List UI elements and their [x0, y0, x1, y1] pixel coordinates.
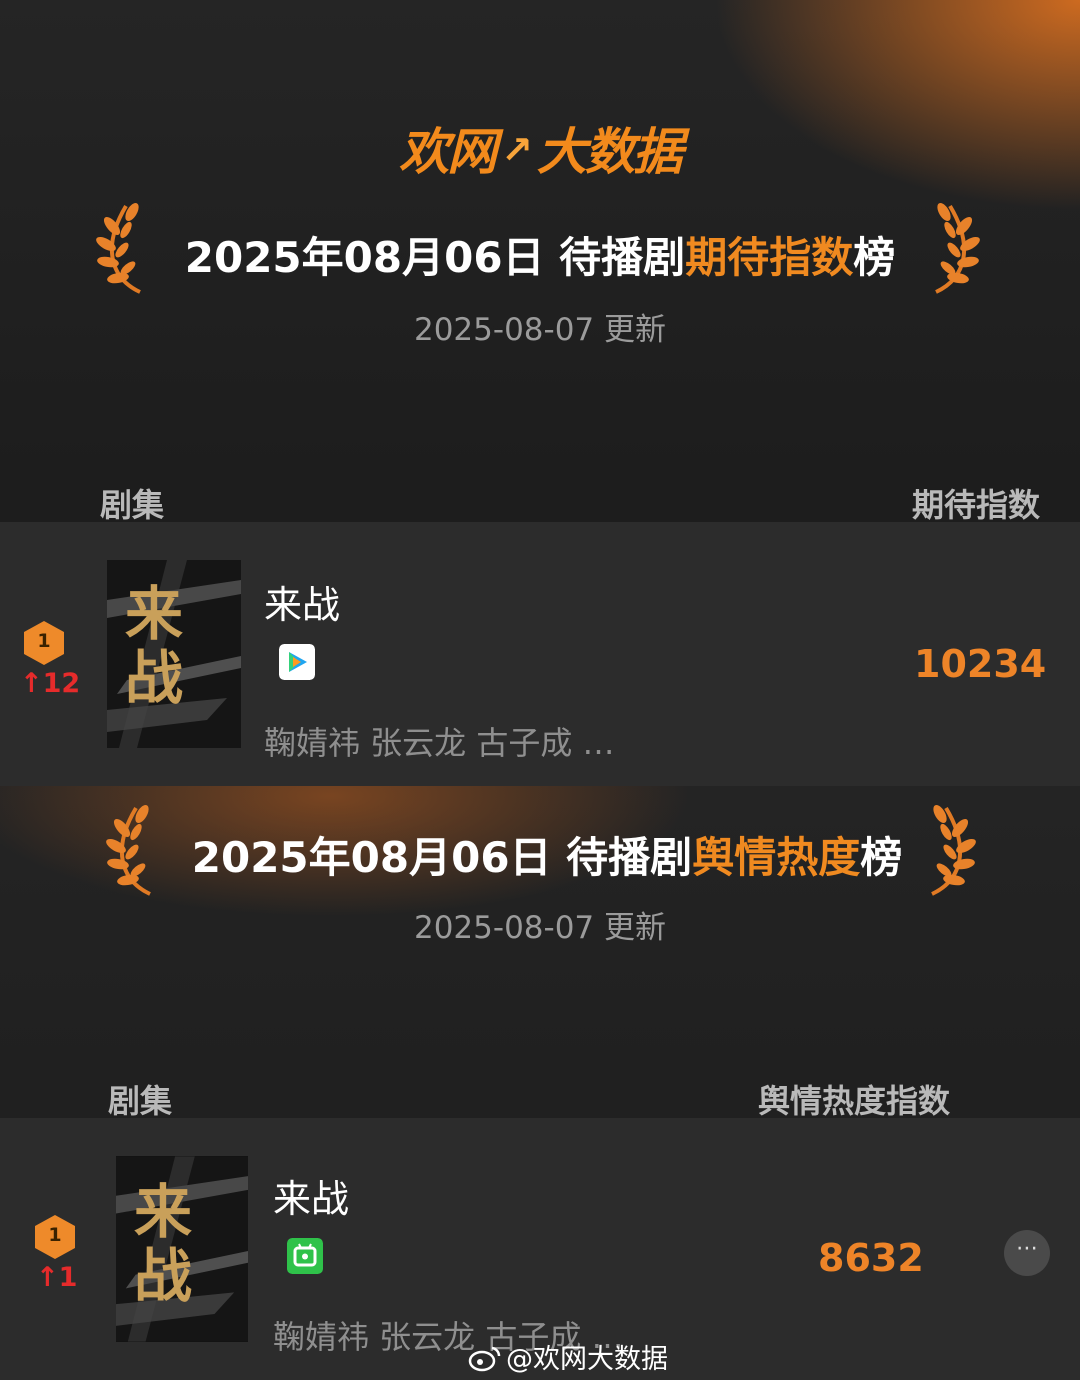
buzz-ranking-section: 2025年08月06日 待播剧舆情热度榜 2025-08-07 更新 剧集 舆情…	[0, 786, 1080, 1380]
poster-title-text: 来战	[134, 1178, 193, 1310]
ranking-title: 2025年08月06日 待播剧舆情热度榜	[191, 833, 903, 882]
updated-date: 2025-08-07 更新	[413, 910, 666, 946]
column-header-score: 舆情热度指数	[758, 1082, 951, 1120]
watermark: @欢网大数据	[468, 1337, 668, 1376]
ranking-row[interactable]: 1 ↑12 来战 来战 鞠婧祎 张云龙 古子成 … 10234	[0, 522, 1080, 786]
brand-name-left: 欢网	[399, 123, 497, 181]
drama-poster[interactable]: 来战	[116, 1156, 248, 1342]
column-header-score: 期待指数	[911, 486, 1040, 524]
brand-name-right: 大数据	[536, 123, 683, 181]
updated-date: 2025-08-07 更新	[413, 312, 666, 348]
drama-poster[interactable]: 来战	[107, 560, 241, 748]
column-header-drama: 剧集	[108, 1082, 173, 1120]
expectation-score: 10234	[914, 642, 1047, 686]
more-options-button[interactable]: ⋯	[1004, 1230, 1050, 1276]
rank-number: 1	[48, 1224, 62, 1246]
drama-cast: 鞠婧祎 张云龙 古子成 …	[264, 724, 615, 762]
weibo-icon	[468, 1346, 501, 1372]
laurel-right-icon	[931, 804, 976, 896]
drama-name[interactable]: 来战	[264, 574, 340, 629]
rank-change: ↑1	[36, 1262, 78, 1293]
rank-change: ↑12	[20, 668, 81, 699]
ranking-title: 2025年08月06日 待播剧期待指数榜	[184, 233, 896, 282]
trend-arrow-icon: ↗	[501, 128, 533, 172]
iqiyi-icon	[287, 1238, 323, 1274]
buzz-score: 8632	[818, 1236, 924, 1280]
column-header-drama: 剧集	[100, 486, 165, 524]
brand-logo: 欢网 ↗ 大数据	[0, 112, 1080, 184]
poster-title-text: 来战	[125, 580, 184, 712]
watermark-text: @欢网大数据	[506, 1344, 668, 1375]
rank-number: 1	[37, 630, 51, 652]
expectation-ranking-section: 欢网 ↗ 大数据 2025年08月06日 待播剧期待指数榜 2025-08-07…	[0, 0, 1080, 786]
tencent-video-icon	[279, 644, 315, 680]
laurel-right-icon	[935, 202, 980, 294]
drama-name[interactable]: 来战	[273, 1168, 349, 1223]
